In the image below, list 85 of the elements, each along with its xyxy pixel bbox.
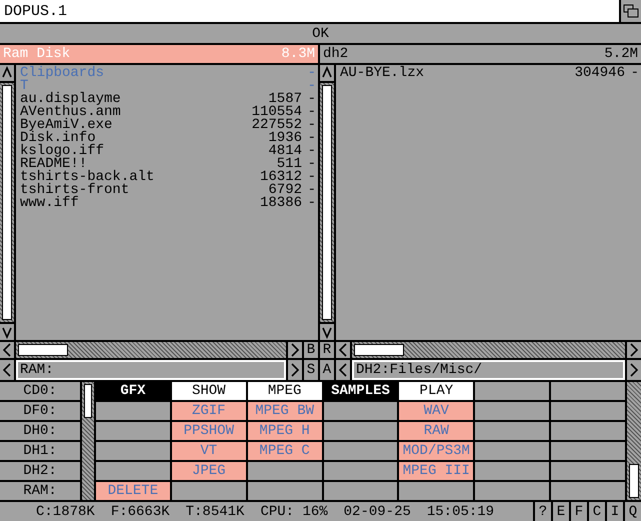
file-name[interactable]: Disk.info: [20, 132, 268, 145]
protection-text: -: [306, 197, 316, 210]
file-name[interactable]: AU-BYE.lzx: [340, 67, 575, 80]
status-item: F:6663K: [110, 504, 170, 520]
horizontal-scrollbar[interactable]: [352, 342, 625, 358]
scroll-up-button[interactable]: [320, 65, 334, 81]
status-button[interactable]: C: [589, 502, 605, 521]
file-size: 16312: [260, 171, 302, 184]
file-size: 18386: [260, 197, 302, 210]
path-field[interactable]: DH2:Files/Misc/: [352, 360, 625, 380]
panel-side-button[interactable]: B: [304, 342, 318, 358]
file-name[interactable]: www.iff: [20, 197, 260, 210]
file-name[interactable]: AVenthus.anm: [20, 106, 252, 119]
file-size: 304946: [574, 67, 625, 80]
panel-header[interactable]: dh2 5.2M: [320, 45, 641, 63]
window-title: DOPUS.1: [4, 2, 68, 20]
bank-header[interactable]: SHOW: [172, 382, 246, 400]
file-size: 110554: [252, 106, 302, 119]
panel-side-button[interactable]: A: [320, 360, 334, 380]
status-button[interactable]: ?: [535, 502, 551, 521]
file-size: 511: [276, 158, 302, 171]
device-button[interactable]: DH2:: [0, 462, 80, 480]
panel-side-button[interactable]: S: [304, 360, 318, 380]
file-size: 4814: [268, 145, 302, 158]
message-text: OK: [312, 26, 329, 42]
file-name[interactable]: tshirts-back.alt: [20, 171, 260, 184]
file-size: 6792: [268, 184, 302, 197]
bank-header[interactable]: PLAY: [399, 382, 474, 400]
status-button[interactable]: I: [607, 502, 623, 521]
protection-text: -: [306, 158, 316, 171]
protection-text: -: [306, 145, 316, 158]
path-forward-button[interactable]: [288, 360, 302, 380]
status-button[interactable]: F: [571, 502, 587, 521]
panel-side-button[interactable]: R: [320, 342, 334, 358]
file-name[interactable]: README!!: [20, 158, 277, 171]
bank-scrollbar[interactable]: [626, 382, 641, 500]
volume-name: dh2: [323, 46, 348, 62]
protection-text: -: [306, 67, 316, 80]
vertical-scrollbar[interactable]: [0, 83, 14, 322]
scroll-left-button[interactable]: [336, 342, 350, 358]
bank-header[interactable]: MPEG: [248, 382, 322, 400]
file-name[interactable]: ByeAmiV.exe: [20, 119, 252, 132]
protection-text: -: [306, 132, 316, 145]
depth-gadget-icon[interactable]: [619, 0, 641, 22]
free-space: 5.2M: [604, 46, 638, 62]
file-size: 1936: [268, 132, 302, 145]
volume-name: Ram Disk: [3, 46, 70, 62]
file-name[interactable]: tshirts-front: [20, 184, 268, 197]
scroll-down-button[interactable]: [0, 324, 14, 340]
device-button[interactable]: DH1:: [0, 442, 80, 460]
path-back-button[interactable]: [336, 360, 350, 380]
status-item: CPU: 16%: [260, 504, 328, 520]
scroll-right-button[interactable]: [627, 342, 641, 358]
protection-text: -: [306, 119, 316, 132]
free-space: 8.3M: [281, 46, 315, 62]
path-field[interactable]: RAM:: [16, 360, 286, 380]
vertical-scrollbar[interactable]: [320, 83, 334, 322]
status-button[interactable]: Q: [625, 502, 641, 521]
path-back-button[interactable]: [0, 360, 14, 380]
protection-text: -: [306, 93, 316, 106]
device-button[interactable]: DF0:: [0, 402, 80, 420]
device-button[interactable]: CD0:: [0, 382, 80, 400]
device-button[interactable]: DH0:: [0, 422, 80, 440]
device-scrollbar[interactable]: [82, 382, 94, 500]
file-size: 227552: [252, 119, 302, 132]
scroll-left-button[interactable]: [0, 342, 14, 358]
status-item: 02-09-25: [344, 504, 411, 520]
protection-text: -: [306, 106, 316, 119]
path-forward-button[interactable]: [627, 360, 641, 380]
file-size: 1587: [268, 93, 302, 106]
scroll-down-button[interactable]: [320, 324, 334, 340]
status-item: C:1878K: [36, 504, 95, 520]
horizontal-scrollbar[interactable]: [16, 342, 286, 358]
scroll-right-button[interactable]: [288, 342, 302, 358]
scroll-up-button[interactable]: [0, 65, 14, 81]
protection-text: -: [630, 67, 639, 80]
file-name[interactable]: kslogo.iff: [20, 145, 268, 158]
status-item: 15:05:19: [426, 504, 494, 520]
status-button[interactable]: E: [553, 502, 569, 521]
protection-text: -: [306, 184, 316, 197]
status-item: T:8541K: [186, 504, 244, 520]
protection-text: -: [306, 171, 316, 184]
protection-text: -: [306, 80, 316, 93]
device-button[interactable]: RAM:: [0, 482, 80, 500]
file-name[interactable]: au.displayme: [20, 93, 268, 106]
